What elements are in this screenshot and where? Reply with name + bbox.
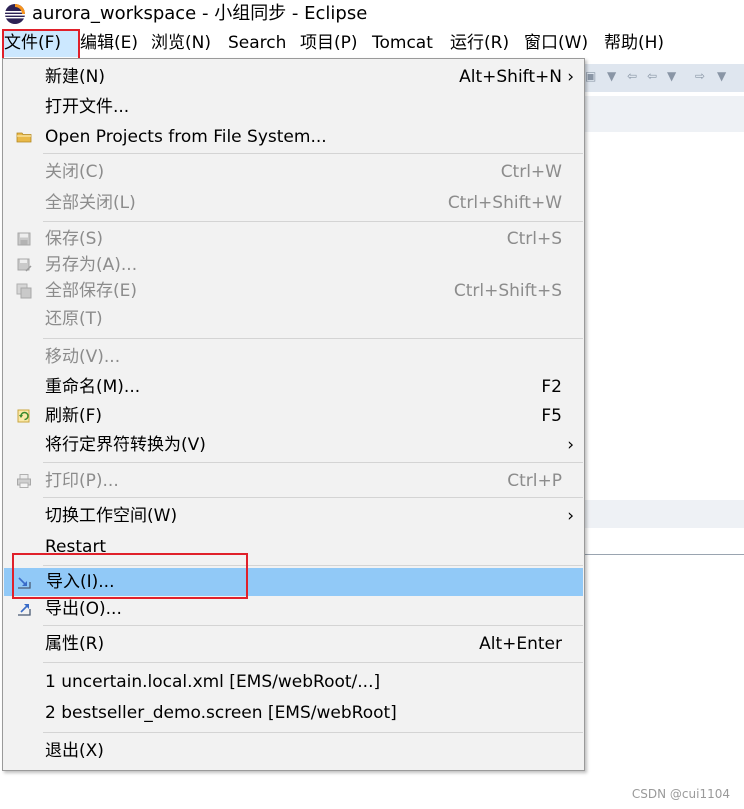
menu-item-label: 导出(O)... — [45, 599, 122, 619]
menu-item-print[interactable]: 打印(P)... Ctrl+P — [3, 467, 584, 495]
menu-separator — [43, 338, 583, 339]
menu-item-close-all[interactable]: 全部关闭(L) Ctrl+Shift+W — [3, 189, 584, 217]
eclipse-logo-icon — [5, 4, 25, 24]
menu-item-shortcut: Alt+Shift+N — [459, 67, 562, 87]
window-title: aurora_workspace - 小组同步 - Eclipse — [32, 3, 368, 24]
menu-item-label: 还原(T) — [45, 309, 103, 329]
menu-item-move[interactable]: 移动(V)... — [3, 343, 584, 371]
menu-separator — [43, 462, 583, 463]
menu-help[interactable]: 帮助(H) — [604, 29, 664, 57]
menu-separator — [43, 662, 583, 663]
menu-window[interactable]: 窗口(W) — [524, 29, 588, 57]
menu-item-label: 全部保存(E) — [45, 281, 138, 301]
menu-item-label: 属性(R) — [45, 634, 105, 654]
menu-item-label: 全部关闭(L) — [45, 193, 136, 213]
save-as-icon — [17, 258, 32, 272]
folder-icon — [16, 132, 32, 143]
menu-item-refresh[interactable]: 刷新(F) F5 — [3, 402, 584, 430]
menu-search[interactable]: Search — [228, 29, 286, 57]
menu-item-label: 刷新(F) — [45, 406, 103, 426]
menu-item-new[interactable]: 新建(N) Alt+Shift+N › — [3, 63, 584, 91]
title-bar: aurora_workspace - 小组同步 - Eclipse — [0, 0, 744, 28]
menu-item-revert[interactable]: 还原(T) — [3, 305, 584, 333]
print-icon — [17, 474, 31, 488]
menu-item-recent-file-2[interactable]: 2 bestseller_demo.screen [EMS/webRoot] — [3, 699, 584, 727]
back-arrow-icon[interactable]: ⇦ — [627, 69, 637, 83]
dropdown-arrow-icon[interactable]: ▼ — [717, 69, 726, 83]
forward-arrow-icon[interactable]: ⇨ — [695, 69, 705, 83]
menu-bar: 文件(F) 编辑(E) 浏览(N) Search 项目(P) Tomcat 运行… — [0, 29, 744, 57]
menu-item-convert-line-delimiters[interactable]: 将行定界符转换为(V) › — [3, 431, 584, 459]
save-icon — [17, 232, 31, 246]
save-all-icon — [16, 283, 32, 299]
menu-item-label: 将行定界符转换为(V) — [45, 435, 206, 455]
menu-item-shortcut: Ctrl+Shift+W — [447, 193, 562, 213]
refresh-icon — [17, 409, 30, 423]
menu-item-label: 2 bestseller_demo.screen [EMS/webRoot] — [45, 703, 397, 723]
menu-item-save[interactable]: 保存(S) Ctrl+S — [3, 225, 584, 253]
menu-item-label: Open Projects from File System... — [45, 127, 327, 147]
menu-separator — [43, 625, 583, 626]
menu-item-shortcut: F5 — [541, 406, 562, 426]
menu-item-label: 新建(N) — [45, 67, 105, 87]
menu-item-label: 退出(X) — [45, 741, 104, 761]
menu-item-label: 打印(P)... — [45, 471, 119, 491]
menu-item-shortcut: Ctrl+Shift+S — [453, 281, 562, 301]
menu-item-label: 打开文件... — [45, 97, 130, 117]
workbench-panel-header — [583, 500, 744, 528]
menu-item-shortcut: Ctrl+P — [507, 471, 562, 491]
watermark: CSDN @cui1104 — [631, 787, 730, 801]
menu-item-label: 另存为(A)... — [45, 255, 138, 275]
menu-item-label: 1 uncertain.local.xml [EMS/webRoot/...] — [45, 672, 381, 692]
dropdown-arrow-icon[interactable]: ▼ — [667, 69, 676, 83]
workbench-divider — [583, 554, 744, 555]
menu-project[interactable]: 项目(P) — [300, 29, 358, 57]
back-arrow-icon[interactable]: ⇦ — [647, 69, 657, 83]
menu-item-open-projects[interactable]: Open Projects from File System... — [3, 123, 584, 151]
highlight-box-import — [12, 553, 248, 599]
menu-item-label: 保存(S) — [45, 229, 104, 249]
menu-item-save-as[interactable]: 另存为(A)... — [3, 251, 584, 279]
menu-item-label: 切换工作空间(W) — [45, 506, 178, 526]
menu-separator — [43, 221, 583, 222]
export-icon — [18, 604, 31, 616]
menu-item-shortcut: Ctrl+S — [506, 229, 562, 249]
menu-separator — [43, 732, 583, 733]
menu-item-label: 移动(V)... — [45, 347, 121, 367]
submenu-arrow-icon: › — [567, 67, 574, 87]
menu-separator — [43, 497, 583, 498]
submenu-arrow-icon: › — [567, 435, 574, 455]
menu-item-close[interactable]: 关闭(C) Ctrl+W — [3, 158, 584, 186]
menu-item-exit[interactable]: 退出(X) — [3, 737, 584, 765]
menu-tomcat[interactable]: Tomcat — [372, 29, 433, 57]
menu-item-switch-workspace[interactable]: 切换工作空间(W) › — [3, 502, 584, 530]
menu-item-shortcut: Alt+Enter — [479, 634, 562, 654]
menu-item-shortcut: Ctrl+W — [500, 162, 562, 182]
menu-navigate[interactable]: 浏览(N) — [151, 29, 211, 57]
dropdown-arrow-icon[interactable]: ▼ — [607, 69, 616, 83]
toolbar-icon[interactable]: ▣ — [585, 69, 596, 83]
menu-item-shortcut: F2 — [541, 377, 562, 397]
workbench-toolbar: ▣ ▼ ⇦ ⇦ ▼ ⇨ ▼ — [583, 64, 744, 92]
menu-item-export[interactable]: 导出(O)... — [3, 595, 584, 623]
menu-item-label: 重命名(M)... — [45, 377, 141, 397]
menu-edit[interactable]: 编辑(E) — [80, 29, 138, 57]
menu-item-label: 关闭(C) — [45, 162, 105, 182]
file-menu-dropdown: 新建(N) Alt+Shift+N › 打开文件... Open Project… — [2, 58, 585, 771]
menu-item-rename[interactable]: 重命名(M)... F2 — [3, 373, 584, 401]
menu-item-recent-file-1[interactable]: 1 uncertain.local.xml [EMS/webRoot/...] — [3, 668, 584, 696]
workbench-panel-header — [583, 96, 744, 132]
menu-item-properties[interactable]: 属性(R) Alt+Enter — [3, 630, 584, 658]
menu-item-save-all[interactable]: 全部保存(E) Ctrl+Shift+S — [3, 277, 584, 305]
menu-item-open-file[interactable]: 打开文件... — [3, 93, 584, 121]
menu-run[interactable]: 运行(R) — [450, 29, 509, 57]
menu-separator — [43, 153, 583, 154]
submenu-arrow-icon: › — [567, 506, 574, 526]
